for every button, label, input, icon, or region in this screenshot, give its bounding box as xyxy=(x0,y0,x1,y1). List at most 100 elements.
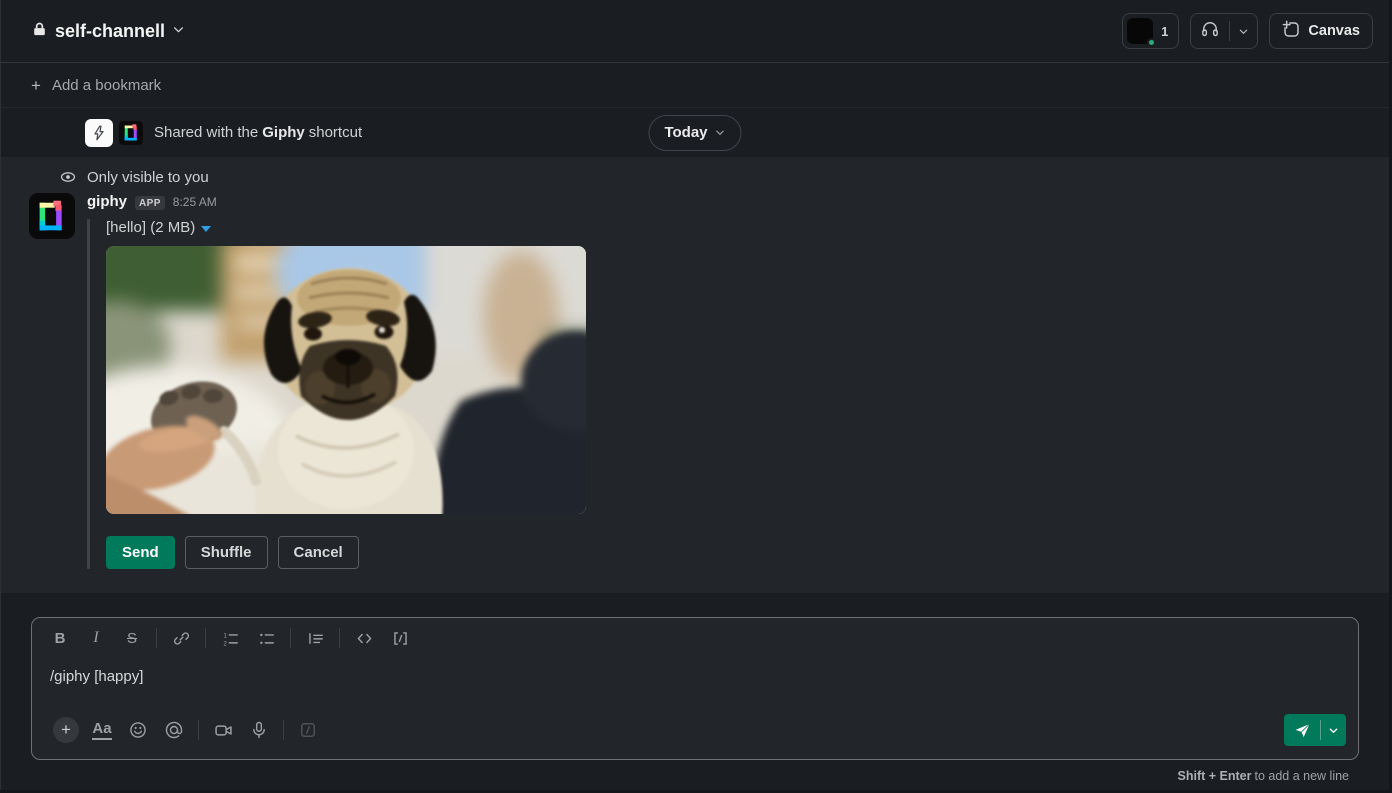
divider xyxy=(198,720,199,740)
divider xyxy=(205,628,206,648)
attach-button[interactable]: + xyxy=(51,716,81,744)
member-avatar xyxy=(1127,18,1157,47)
video-button[interactable] xyxy=(208,716,238,744)
audio-button[interactable] xyxy=(244,716,274,744)
message: giphy APP 8:25 AM [hello] (2 MB) Send Sh… xyxy=(1,193,1389,569)
code-button[interactable] xyxy=(348,624,380,652)
date-divider-button[interactable]: Today xyxy=(648,114,742,151)
lock-icon xyxy=(31,21,48,42)
plus-icon: + xyxy=(53,717,79,743)
divider xyxy=(339,628,340,648)
sender-name[interactable]: giphy xyxy=(87,193,127,210)
headphones-icon xyxy=(1200,19,1220,43)
date-label: Today xyxy=(664,124,708,141)
ephemeral-content: [hello] (2 MB) Send Shuffle Cancel xyxy=(87,219,1389,569)
chevron-down-icon xyxy=(172,23,185,40)
divider xyxy=(290,628,291,648)
presence-dot xyxy=(1147,38,1157,47)
hint-shortcut: Shift + Enter xyxy=(1177,769,1252,783)
code-icon xyxy=(357,633,371,643)
visibility-note: Only visible to you xyxy=(59,166,1389,188)
blockquote-icon xyxy=(308,632,323,644)
slash-commands-button[interactable] xyxy=(293,716,323,744)
canvas-icon xyxy=(1282,20,1301,43)
message-body: giphy APP 8:25 AM [hello] (2 MB) Send Sh… xyxy=(87,193,1389,569)
blockquote-button[interactable] xyxy=(299,624,331,652)
svg-text:2: 2 xyxy=(223,640,227,647)
plus-icon: + xyxy=(31,75,41,95)
attachment-title[interactable]: [hello] (2 MB) xyxy=(106,219,1389,236)
video-icon xyxy=(214,724,232,736)
code-block-icon xyxy=(393,631,407,645)
canvas-label: Canvas xyxy=(1308,23,1360,39)
banner-prefix: Shared with the xyxy=(154,124,259,141)
banner-app-name: Giphy xyxy=(262,124,305,141)
shortcut-lightning-icon xyxy=(85,118,113,147)
newline-hint: Shift + Enter to add a new line xyxy=(31,760,1359,792)
shortcut-banner: Shared with the Giphy shortcut Today xyxy=(1,108,1389,157)
message-composer: B I S 12 /giphy [happy] + Aa xyxy=(31,617,1359,760)
members-button[interactable]: 1 xyxy=(1122,13,1180,49)
code-block-button[interactable] xyxy=(384,624,416,652)
giphy-avatar[interactable] xyxy=(29,193,75,239)
send-message-button[interactable] xyxy=(1284,714,1320,746)
channel-header: self-channell 1 Canvas xyxy=(1,0,1389,63)
svg-text:1: 1 xyxy=(223,632,227,639)
timestamp[interactable]: 8:25 AM xyxy=(173,195,217,209)
bullet-list-icon xyxy=(259,633,274,644)
visibility-note-label: Only visible to you xyxy=(87,168,209,186)
huddle-caret-button[interactable] xyxy=(1230,14,1257,48)
slash-command-icon xyxy=(301,723,315,737)
send-button-group xyxy=(1284,714,1346,746)
mention-icon xyxy=(165,721,183,739)
canvas-button[interactable]: Canvas xyxy=(1269,13,1373,49)
chevron-down-icon xyxy=(716,130,724,135)
attachment-label: [hello] (2 MB) xyxy=(106,219,196,236)
header-actions: 1 Canvas xyxy=(1122,13,1373,49)
divider xyxy=(283,720,284,740)
chevron-down-icon xyxy=(1240,29,1248,34)
send-options-button[interactable] xyxy=(1321,714,1346,746)
strikethrough-button[interactable]: S xyxy=(116,624,148,652)
banner-suffix: shortcut xyxy=(308,124,363,141)
ordered-list-button[interactable]: 12 xyxy=(214,624,246,652)
attachment-caret-icon[interactable] xyxy=(201,225,212,232)
composer-toolbar: + Aa xyxy=(32,709,1358,759)
italic-button[interactable]: I xyxy=(80,624,112,652)
format-toolbar: B I S 12 xyxy=(32,618,1358,658)
cancel-button[interactable]: Cancel xyxy=(277,536,359,569)
gif-actions: Send Shuffle Cancel xyxy=(106,536,1389,569)
bookmark-bar: + Add a bookmark xyxy=(1,63,1389,108)
send-button[interactable]: Send xyxy=(106,536,175,569)
slack-window: self-channell 1 Canvas + Add a bookmark … xyxy=(0,0,1389,790)
shuffle-button[interactable]: Shuffle xyxy=(184,536,268,569)
huddle-button[interactable] xyxy=(1191,14,1229,48)
message-header: giphy APP 8:25 AM xyxy=(87,193,1389,215)
add-bookmark-label: Add a bookmark xyxy=(51,76,162,94)
link-button[interactable] xyxy=(165,624,197,652)
bold-button[interactable]: B xyxy=(44,624,76,652)
link-icon xyxy=(173,631,189,645)
eye-icon xyxy=(60,172,76,182)
chevron-down-icon xyxy=(1329,727,1338,733)
composer-area: B I S 12 /giphy [happy] + Aa Shift + Ent… xyxy=(1,593,1389,792)
banner-text: Shared with the Giphy shortcut xyxy=(154,124,362,141)
gif-preview-image[interactable] xyxy=(106,246,586,514)
huddle-button-group xyxy=(1190,13,1259,49)
emoji-button[interactable] xyxy=(123,716,153,744)
emoji-icon xyxy=(130,722,146,738)
bullet-list-button[interactable] xyxy=(250,624,282,652)
app-badge: APP xyxy=(135,196,165,210)
divider xyxy=(156,628,157,648)
member-count: 1 xyxy=(1161,23,1169,39)
mention-button[interactable] xyxy=(159,716,189,744)
ordered-list-icon: 12 xyxy=(223,632,238,647)
message-pane: Only visible to you giphy APP 8:25 AM [h… xyxy=(1,157,1389,593)
hint-text: to add a new line xyxy=(1254,769,1349,783)
channel-title-button[interactable]: self-channell xyxy=(31,17,193,46)
text-format-label: Aa xyxy=(92,720,112,740)
text-format-toggle[interactable]: Aa xyxy=(87,716,117,744)
message-input[interactable]: /giphy [happy] xyxy=(32,658,1358,709)
channel-name: self-channell xyxy=(55,20,166,41)
add-bookmark-button[interactable]: + Add a bookmark xyxy=(31,77,161,94)
